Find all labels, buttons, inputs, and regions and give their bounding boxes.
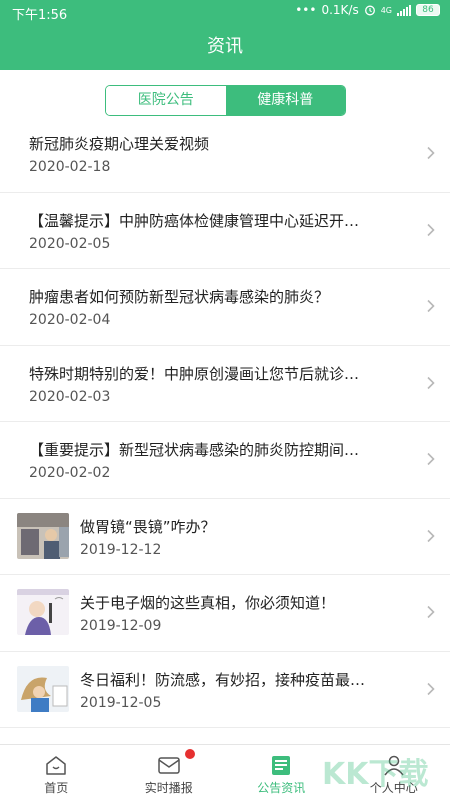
article-date: 2020-02-18 (29, 159, 111, 175)
svg-text:KK下载: KK下载 (322, 757, 429, 792)
tab-hospital-notice[interactable]: 医院公告 (106, 86, 226, 115)
network-speed: 0.1K/s (321, 3, 359, 17)
list-item[interactable]: 新冠肺炎疫期心理关爱视频 2020-02-18 (0, 116, 450, 193)
network-type: 4G (380, 5, 392, 15)
article-title: 【温馨提示】中肿防癌体检健康管理中心延迟开… (29, 211, 360, 230)
segmented-tabs: 医院公告 健康科普 (105, 85, 346, 116)
article-date: 2019-12-09 (80, 618, 162, 634)
tab-live-broadcast[interactable]: 实时播报 (113, 745, 226, 800)
article-thumbnail (17, 589, 69, 635)
list-item[interactable]: 【重要提示】新型冠状病毒感染的肺炎防控期间… 2020-02-02 (0, 422, 450, 499)
tab-home-label: 首页 (44, 781, 69, 795)
chevron-right-icon (427, 146, 435, 160)
chevron-right-icon (427, 682, 435, 695)
watermark-logo: KK下载 (322, 757, 429, 792)
tab-home[interactable]: 首页 (0, 745, 113, 800)
battery-icon: 86 (416, 4, 440, 16)
home-icon (46, 756, 66, 775)
list-item[interactable]: 【温馨提示】中肿防癌体检健康管理中心延迟开… 2020-02-05 (0, 193, 450, 269)
chevron-right-icon (427, 529, 435, 542)
page-title: 资讯 (0, 24, 450, 70)
article-title: 特殊时期特别的爱！中肿原创漫画让您节后就诊… (29, 364, 360, 383)
article-list: 新冠肺炎疫期心理关爱视频 2020-02-18 【温馨提示】中肿防癌体检健康管理… (0, 116, 450, 728)
chevron-right-icon (427, 452, 435, 466)
article-date: 2020-02-03 (29, 388, 111, 405)
list-item[interactable]: 做胃镜“畏镜”咋办？ 2019-12-12 (0, 499, 450, 575)
article-title: 冬日福利！防流感，有妙招，接种疫苗最… (80, 670, 366, 689)
list-item[interactable]: 特殊时期特别的爱！中肿原创漫画让您节后就诊… 2020-02-03 (0, 346, 450, 422)
chevron-right-icon (427, 299, 435, 313)
status-time: 下午1:56 (12, 8, 68, 23)
article-date: 2019-12-12 (80, 541, 162, 558)
article-thumbnail (17, 512, 69, 559)
article-thumbnail (17, 665, 69, 712)
notification-badge (185, 749, 195, 759)
article-date: 2020-02-02 (29, 465, 111, 481)
list-item[interactable]: 冬日福利！防流感，有妙招，接种疫苗最… 2019-12-05 (0, 652, 450, 728)
article-date: 2019-12-05 (80, 694, 162, 711)
list-item[interactable]: 关于电子烟的这些真相，你必须知道！ 2019-12-09 (0, 575, 450, 652)
chevron-right-icon (427, 223, 435, 236)
news-icon (272, 756, 291, 775)
list-item[interactable]: 肿瘤患者如何预防新型冠状病毒感染的肺炎？ 2020-02-04 (0, 269, 450, 346)
message-icon (158, 757, 180, 774)
article-title: 新冠肺炎疫期心理关爱视频 (29, 135, 210, 153)
tab-health-science[interactable]: 健康科普 (225, 86, 345, 115)
notification-dots: ••• (295, 3, 317, 17)
chevron-right-icon (427, 605, 435, 619)
chevron-right-icon (427, 376, 435, 389)
article-title: 做胃镜“畏镜”咋办？ (80, 517, 216, 536)
article-date: 2020-02-04 (29, 312, 111, 328)
tab-live-broadcast-label: 实时播报 (144, 781, 193, 795)
article-title: 【重要提示】新型冠状病毒感染的肺炎防控期间… (29, 441, 360, 459)
status-indicators: ••• 0.1K/s 4G 86 (295, 3, 440, 17)
article-date: 2020-02-05 (29, 235, 111, 252)
status-bar: 下午1:56 ••• 0.1K/s 4G 86 (0, 0, 450, 24)
signal-icon (397, 4, 411, 16)
article-title: 肿瘤患者如何预防新型冠状病毒感染的肺炎？ (29, 288, 330, 306)
alarm-icon (364, 5, 375, 16)
article-title: 关于电子烟的这些真相，你必须知道！ (80, 594, 336, 612)
